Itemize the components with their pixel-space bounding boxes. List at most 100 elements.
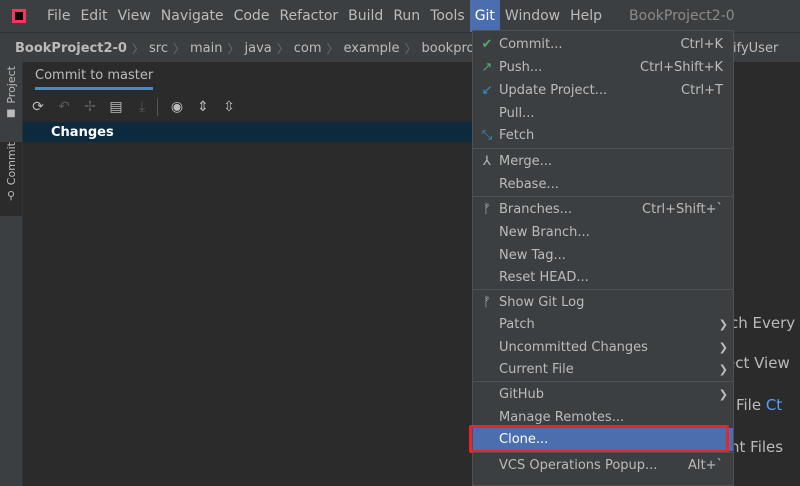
project-tool-tab[interactable]: Project ■ [0, 66, 22, 130]
menu-item-label: New Branch... [499, 225, 590, 240]
menu-code[interactable]: Code [229, 0, 275, 32]
menu-edit[interactable]: Edit [75, 0, 112, 32]
menu-navigate[interactable]: Navigate [156, 0, 229, 32]
changes-row[interactable]: Changes [23, 122, 473, 142]
menu-run[interactable]: Run [388, 0, 425, 32]
expand-all-icon[interactable]: ⇕ [192, 96, 214, 118]
submenu-arrow-icon: ❯ [718, 341, 728, 354]
menu-item-uncommitted-changes[interactable]: Uncommitted Changes ❯ [473, 336, 733, 359]
commit-panel: Commit to master ⟳ ↶ ✢ ▤ ⤓ ◉ ⇕ ⇳ Changes [23, 62, 473, 486]
folder-icon: ■ [6, 107, 16, 119]
goto-file-hint-text: o File [734, 396, 762, 414]
menu-help[interactable]: Help [565, 0, 607, 32]
eye-icon[interactable]: ◉ [166, 96, 188, 118]
commit-toolbar: ⟳ ↶ ✢ ▤ ⤓ ◉ ⇕ ⇳ [23, 92, 473, 123]
download-icon[interactable]: ⤓ [131, 96, 153, 118]
menu-item-show-git-log[interactable]: ᚠ Show Git Log [473, 291, 733, 314]
chevron-right-icon: 〉 [326, 41, 339, 56]
menu-item-shortcut: Ctrl+T [681, 83, 723, 98]
breadcrumb-example[interactable]: example [341, 41, 403, 56]
git-menu-popup: ✔ Commit... Ctrl+K ↗ Push... Ctrl+Shift+… [469, 30, 734, 486]
menu-git[interactable]: Git [469, 0, 500, 32]
breadcrumb-com[interactable]: com [291, 41, 325, 56]
menu-item-label: Reset HEAD... [499, 270, 589, 285]
menu-tools[interactable]: Tools [425, 0, 470, 32]
chevron-right-icon: 〉 [131, 41, 144, 56]
search-everywhere-hint: ch Every [734, 314, 796, 332]
menu-item-patch[interactable]: Patch ❯ [473, 313, 733, 336]
menu-item-reset-head[interactable]: Reset HEAD... [473, 266, 733, 289]
chevron-right-icon: 〉 [404, 41, 417, 56]
left-tool-strip: Project ■ Commit ⚲ [0, 62, 23, 486]
breadcrumb-java[interactable]: java [241, 41, 274, 56]
diff-icon[interactable]: ✢ [79, 96, 101, 118]
shelf-icon[interactable]: ▤ [105, 96, 127, 118]
menu-item-merge[interactable]: ⅄ Merge... [473, 150, 733, 173]
menu-window[interactable]: Window [500, 0, 565, 32]
menu-item-github[interactable]: GitHub ❯ [473, 383, 733, 406]
editor-empty-area: ch Every ect View o File Ct nt Files [734, 62, 800, 486]
commit-tool-tab[interactable]: Commit ⚲ [0, 142, 22, 216]
project-tab-label: Project [4, 66, 18, 104]
project-view-hint: ect View [734, 354, 790, 372]
menu-item-rebase[interactable]: Rebase... [473, 173, 733, 196]
menu-item-current-file[interactable]: Current File ❯ [473, 358, 733, 381]
menu-item-push[interactable]: ↗ Push... Ctrl+Shift+K [473, 56, 733, 79]
menu-item-label: Push... [499, 60, 543, 75]
menu-view[interactable]: View [113, 0, 156, 32]
breadcrumb-main[interactable]: main [187, 41, 225, 56]
submenu-arrow-icon: ❯ [718, 388, 728, 401]
menu-separator [473, 289, 733, 290]
menu-item-label: VCS Operations Popup... [499, 458, 658, 473]
menu-item-shortcut: Alt+` [688, 458, 723, 473]
breadcrumb-src[interactable]: src [146, 41, 171, 56]
highlight-box [469, 425, 729, 453]
menu-bar: File Edit View Navigate Code Refactor Bu… [0, 0, 800, 32]
window-title: BookProject2-0 [629, 8, 735, 24]
refresh-icon[interactable]: ⟳ [27, 96, 49, 118]
update-arrow-icon: ↙ [481, 83, 493, 98]
menu-item-branches[interactable]: ᚠ Branches... Ctrl+Shift+` [473, 198, 733, 221]
menu-item-shortcut: Ctrl+Shift+K [640, 60, 723, 75]
submenu-arrow-icon: ❯ [718, 363, 728, 376]
commit-tab-label: Commit [4, 142, 18, 186]
collapse-all-icon[interactable]: ⇳ [218, 96, 240, 118]
check-icon: ✔ [481, 37, 493, 52]
fetch-icon: ⤡ [481, 128, 493, 143]
goto-file-hint-key: Ct [765, 396, 783, 414]
menu-build[interactable]: Build [343, 0, 388, 32]
menu-item-label: New Tag... [499, 248, 566, 263]
menu-item-vcs-operations-popup[interactable]: VCS Operations Popup... Alt+` [473, 454, 733, 477]
menu-item-update-project[interactable]: ↙ Update Project... Ctrl+T [473, 79, 733, 102]
menu-item-fetch[interactable]: ⤡ Fetch [473, 124, 733, 147]
menu-item-label: Patch [499, 317, 535, 332]
menu-item-label: GitHub [499, 387, 545, 402]
menu-separator [473, 381, 733, 382]
menu-item-label: Uncommitted Changes [499, 340, 648, 355]
breadcrumb-right-text[interactable]: ifyUser [733, 41, 778, 56]
menu-item-shortcut: Ctrl+K [680, 37, 723, 52]
menu-refactor[interactable]: Refactor [274, 0, 343, 32]
recent-files-hint: nt Files [734, 438, 784, 456]
menu-item-label: Pull... [499, 106, 535, 121]
menu-item-new-tag[interactable]: New Tag... [473, 244, 733, 267]
commit-to-master-tab[interactable]: Commit to master [35, 68, 154, 90]
menu-separator [473, 452, 733, 453]
menu-item-label: Rebase... [499, 177, 559, 192]
rollback-icon[interactable]: ↶ [53, 96, 75, 118]
menu-item-label: Merge... [499, 154, 552, 169]
menu-item-new-branch[interactable]: New Branch... [473, 221, 733, 244]
menu-item-label: Current File [499, 362, 574, 377]
menu-item-commit[interactable]: ✔ Commit... Ctrl+K [473, 33, 733, 56]
breadcrumb-project[interactable]: BookProject2-0 [12, 41, 130, 56]
menu-separator [473, 196, 733, 197]
push-arrow-icon: ↗ [481, 60, 493, 75]
menu-file[interactable]: File [42, 0, 75, 32]
changes-label: Changes [51, 124, 114, 140]
menu-item-label: Fetch [499, 128, 535, 143]
menu-item-label: Update Project... [499, 83, 608, 98]
menu-item-label: Manage Remotes... [499, 410, 625, 425]
menu-item-pull[interactable]: Pull... [473, 102, 733, 125]
goto-file-hint: o File Ct [734, 396, 782, 414]
commit-icon: ⚲ [6, 189, 16, 203]
